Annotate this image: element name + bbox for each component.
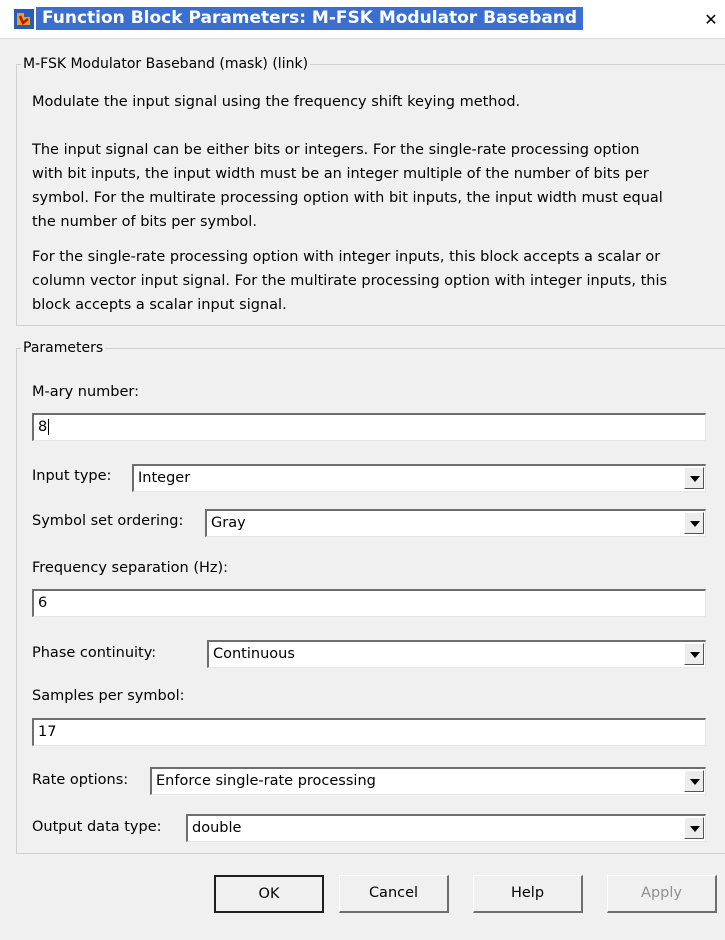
symbol-ordering-select[interactable]: Gray (205, 509, 706, 537)
window-title: Function Block Parameters: M-FSK Modulat… (36, 7, 584, 30)
apply-button[interactable]: Apply (607, 875, 717, 913)
symbol-ordering-label: Symbol set ordering: (32, 513, 184, 529)
ok-button[interactable]: OK (214, 875, 324, 913)
description-line: the number of bits per symbol. (32, 214, 257, 230)
chevron-down-icon[interactable] (684, 643, 704, 665)
description-line: The input signal can be either bits or i… (32, 142, 640, 158)
description-line: with bit inputs, the input width must be… (32, 166, 649, 182)
input-type-select[interactable]: Integer (132, 464, 706, 492)
description-line: column vector input signal. For the mult… (32, 273, 668, 289)
simulink-app-icon (14, 9, 34, 29)
parameters-legend: Parameters (23, 340, 104, 356)
text-cursor (48, 419, 50, 435)
description-line: symbol. For the multirate processing opt… (32, 190, 663, 206)
input-type-value: Integer (138, 470, 191, 486)
output-data-type-label: Output data type: (32, 819, 162, 835)
description-line: For the single-rate processing option wi… (32, 249, 661, 265)
chevron-down-icon[interactable] (684, 770, 704, 792)
input-type-label: Input type: (32, 468, 112, 484)
close-icon[interactable]: ✕ (700, 10, 722, 30)
mary-number-label: M-ary number: (32, 384, 140, 400)
samples-per-symbol-label: Samples per symbol: (32, 688, 185, 704)
chevron-down-icon[interactable] (684, 817, 704, 839)
help-button[interactable]: Help (473, 875, 583, 913)
phase-continuity-select[interactable]: Continuous (207, 640, 706, 668)
description-paragraph-2: The input signal can be either bits or i… (32, 138, 712, 234)
mask-group-legend: M-FSK Modulator Baseband (mask) (link) (23, 56, 309, 72)
phase-continuity-value: Continuous (213, 646, 295, 662)
chevron-down-icon[interactable] (684, 467, 704, 489)
description-paragraph-1: Modulate the input signal using the freq… (32, 94, 521, 110)
frequency-separation-label: Frequency separation (Hz): (32, 560, 229, 576)
phase-continuity-label: Phase continuity: (32, 645, 157, 661)
mary-number-input[interactable]: 8 (32, 413, 706, 441)
output-data-type-value: double (192, 820, 242, 836)
mary-number-value: 8 (38, 419, 48, 435)
rate-options-value: Enforce single-rate processing (156, 773, 376, 789)
title-bar: Function Block Parameters: M-FSK Modulat… (0, 0, 725, 39)
cancel-button[interactable]: Cancel (339, 875, 449, 913)
symbol-ordering-value: Gray (211, 515, 246, 531)
rate-options-label: Rate options: (32, 772, 129, 788)
frequency-separation-input[interactable]: 6 (32, 589, 706, 617)
output-data-type-select[interactable]: double (186, 814, 706, 842)
samples-per-symbol-input[interactable]: 17 (32, 718, 706, 746)
description-line: block accepts a scalar input signal. (32, 297, 287, 313)
description-paragraph-3: For the single-rate processing option wi… (32, 245, 712, 317)
rate-options-select[interactable]: Enforce single-rate processing (150, 767, 706, 795)
chevron-down-icon[interactable] (684, 512, 704, 534)
